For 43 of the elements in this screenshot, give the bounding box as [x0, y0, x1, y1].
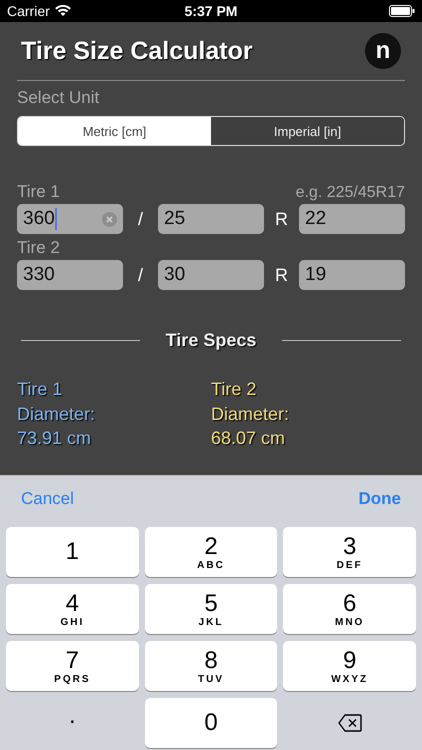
tire-label: Tire 2 — [17, 238, 60, 258]
keypad-key[interactable]: 0 — [144, 698, 278, 748]
keypad-key[interactable]: 8 TUV — [144, 641, 278, 691]
tire-label: Tire 1 — [17, 182, 60, 202]
keypad-key[interactable]: 9 WXYZ — [283, 641, 416, 691]
spec-text: Diameter: — [211, 402, 290, 426]
keypad-key[interactable]: 7 PQRS — [6, 641, 139, 691]
keypad-key[interactable]: 1 — [6, 527, 139, 577]
keypad-key[interactable]: 3 DEF — [283, 527, 416, 577]
spec-text: Tire 2 — [211, 378, 258, 401]
spec-text: Tire 1 — [17, 378, 64, 401]
keypad-key[interactable]: 6 MNO — [283, 584, 416, 634]
logo-button[interactable]: n — [365, 33, 401, 69]
rim-diameter-field[interactable]: 19 — [299, 260, 405, 290]
wifi-icon — [54, 5, 71, 17]
unit-segment[interactable]: Imperial [in] — [211, 117, 404, 145]
battery-icon — [389, 5, 415, 17]
slash-label: / — [136, 264, 144, 286]
keypad-key[interactable]: 5 JKL — [144, 584, 278, 634]
rim-diameter-field[interactable]: 22 — [299, 204, 405, 234]
app-title: Tire Size Calculator — [21, 36, 253, 66]
text-caret — [54, 208, 57, 230]
carrier-label: Carrier — [7, 3, 50, 19]
format-hint: e.g. 225/45R17 — [296, 184, 405, 202]
clear-icon[interactable] — [102, 212, 117, 226]
backspace-icon — [338, 714, 362, 732]
aspect-ratio-field[interactable]: 30 — [158, 260, 264, 290]
decimal-key[interactable]: . — [6, 698, 139, 748]
rim-label: R — [274, 208, 289, 230]
spec-text: Diameter: — [17, 402, 96, 426]
rim-label: R — [274, 264, 289, 286]
tire-width-field[interactable]: 360 — [17, 204, 123, 234]
slash-label: / — [136, 208, 144, 230]
unit-label: Select Unit — [17, 88, 100, 108]
section-heading: Tire Specs — [166, 330, 256, 351]
spec-text: 73.91 cm — [17, 427, 92, 450]
keypad-key[interactable]: 2 ABC — [144, 527, 278, 577]
unit-segment[interactable]: Metric [cm] — [18, 117, 211, 145]
tire-width-field[interactable]: 330 — [17, 260, 123, 290]
spec-text: 68.07 cm — [211, 427, 286, 450]
time-label: 5:37 PM — [184, 3, 238, 19]
aspect-ratio-field[interactable]: 25 — [158, 204, 264, 234]
keypad-key[interactable]: 4 GHI — [6, 584, 139, 634]
